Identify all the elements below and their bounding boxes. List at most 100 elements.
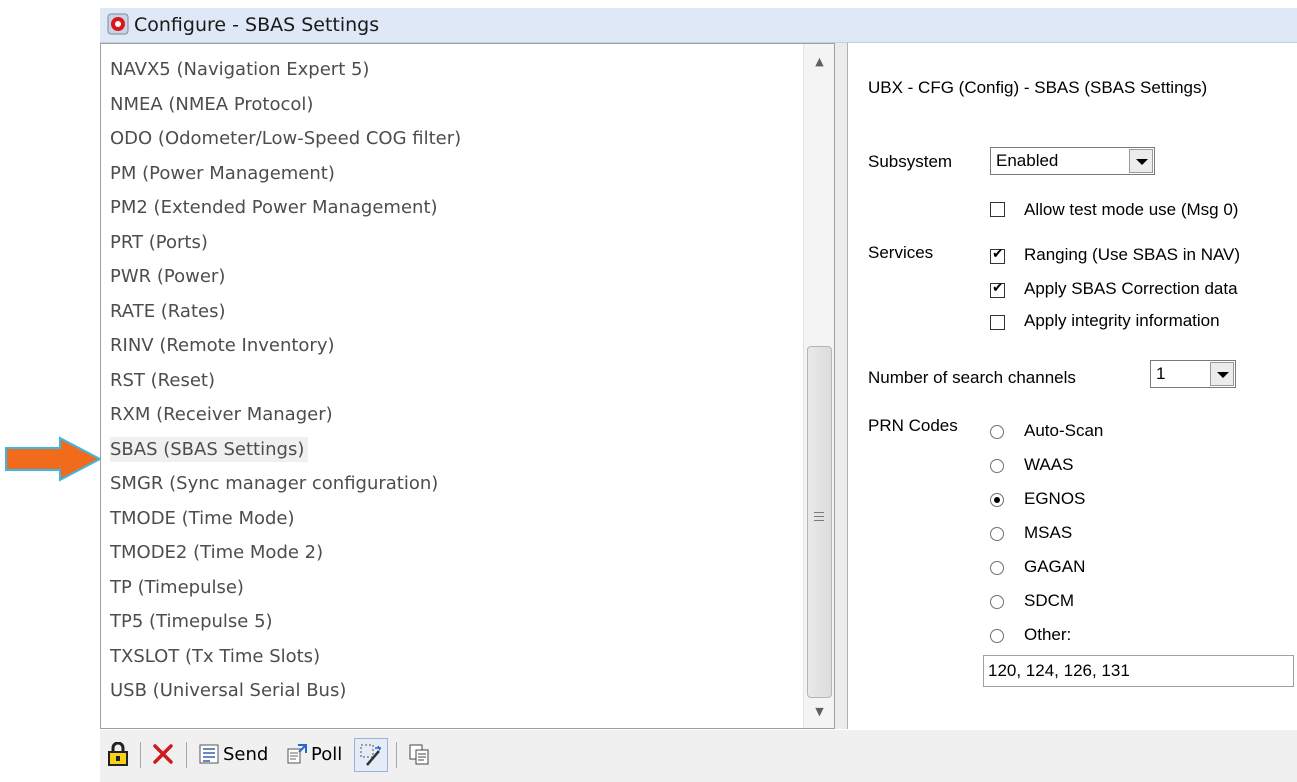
list-item[interactable]: TMODE2 (Time Mode 2) bbox=[101, 536, 801, 571]
list-item[interactable]: PRT (Ports) bbox=[101, 226, 801, 261]
close-icon bbox=[153, 744, 173, 764]
ranging-label: Ranging (Use SBAS in NAV) bbox=[1024, 245, 1241, 264]
list-item[interactable]: TP (Timepulse) bbox=[101, 571, 801, 606]
prn-radio-label: MSAS bbox=[1024, 523, 1073, 542]
allow-test-mode-label: Allow test mode use (Msg 0) bbox=[1024, 200, 1239, 219]
bottom-toolbar: Send Poll bbox=[100, 730, 1297, 782]
list-item-label: SMGR (Sync manager configuration) bbox=[110, 473, 439, 494]
list-item[interactable]: PM2 (Extended Power Management) bbox=[101, 191, 801, 226]
list-item[interactable]: NMEA (NMEA Protocol) bbox=[101, 88, 801, 123]
prn-radio-label: SDCM bbox=[1024, 591, 1075, 610]
subsystem-label: Subsystem bbox=[868, 152, 953, 171]
list-item-label: ODO (Odometer/Low-Speed COG filter) bbox=[110, 128, 462, 149]
list-item[interactable]: RINV (Remote Inventory) bbox=[101, 329, 801, 364]
prn-radio[interactable] bbox=[990, 595, 1004, 609]
prn-radio-label: Auto-Scan bbox=[1024, 421, 1104, 440]
delete-button[interactable] bbox=[152, 738, 174, 770]
apply-correction-checkbox[interactable] bbox=[990, 280, 1005, 298]
list-item-label: RINV (Remote Inventory) bbox=[110, 335, 335, 356]
prn-radio[interactable] bbox=[990, 527, 1004, 541]
message-list-panel[interactable]: NAVX5 (Navigation Expert 5) NMEA (NMEA Pr… bbox=[100, 43, 835, 729]
scroll-thumb[interactable] bbox=[807, 346, 832, 698]
list-item[interactable]: TMODE (Time Mode) bbox=[101, 502, 801, 537]
send-icon bbox=[199, 744, 219, 764]
apply-correction-label: Apply SBAS Correction data bbox=[1024, 279, 1238, 298]
wand-icon bbox=[360, 744, 381, 766]
toolbar-separator bbox=[140, 742, 141, 768]
list-item[interactable]: ODO (Odometer/Low-Speed COG filter) bbox=[101, 122, 801, 157]
sbas-settings-panel: UBX - CFG (Config) - SBAS (SBAS Settings… bbox=[847, 43, 1297, 729]
list-item[interactable]: PWR (Power) bbox=[101, 260, 801, 295]
grip-icon bbox=[814, 512, 824, 524]
auto-poll-button[interactable] bbox=[354, 738, 388, 772]
prn-radio-label: EGNOS bbox=[1024, 489, 1086, 508]
poll-button[interactable]: Poll bbox=[286, 738, 342, 770]
list-item[interactable]: SBAS (SBAS Settings) bbox=[101, 433, 801, 468]
prn-radio[interactable] bbox=[990, 561, 1004, 575]
prn-radio-label: GAGAN bbox=[1024, 557, 1086, 576]
window-title: Configure - SBAS Settings bbox=[134, 14, 380, 36]
list-item-label: USB (Universal Serial Bus) bbox=[110, 680, 347, 701]
list-item[interactable]: RST (Reset) bbox=[101, 364, 801, 399]
list-item[interactable]: RATE (Rates) bbox=[101, 295, 801, 330]
prn-radio-label: WAAS bbox=[1024, 455, 1074, 474]
list-item[interactable]: TP5 (Timepulse 5) bbox=[101, 605, 801, 640]
services-label: Services bbox=[868, 243, 934, 262]
list-item[interactable]: RXM (Receiver Manager) bbox=[101, 398, 801, 433]
prn-codes-label: PRN Codes bbox=[868, 416, 958, 435]
subsystem-value: Enabled bbox=[996, 151, 1059, 170]
chevron-down-icon[interactable] bbox=[1210, 362, 1234, 386]
list-item[interactable]: TXSLOT (Tx Time Slots) bbox=[101, 640, 801, 675]
panel-title: UBX - CFG (Config) - SBAS (SBAS Settings… bbox=[868, 78, 1208, 97]
lock-button[interactable] bbox=[108, 738, 128, 770]
copy-button[interactable] bbox=[408, 738, 430, 770]
list-item-label: PWR (Power) bbox=[110, 266, 226, 287]
pointer-arrow-icon bbox=[5, 436, 103, 482]
scroll-up-icon[interactable]: ▲ bbox=[804, 50, 834, 74]
chevron-down-icon[interactable] bbox=[1129, 149, 1153, 173]
prn-radio[interactable] bbox=[990, 493, 1004, 507]
send-label: Send bbox=[223, 743, 269, 765]
prn-radio-label: Other: bbox=[1024, 625, 1072, 644]
list-item-label: RATE (Rates) bbox=[110, 300, 226, 322]
list-item-label: PRT (Ports) bbox=[110, 231, 208, 253]
apply-integrity-checkbox[interactable] bbox=[990, 315, 1005, 330]
prn-radio[interactable] bbox=[990, 629, 1004, 643]
list-item-label: NAVX5 (Navigation Expert 5) bbox=[110, 59, 370, 80]
lock-icon bbox=[108, 742, 128, 766]
poll-icon bbox=[287, 744, 307, 764]
ranging-checkbox[interactable] bbox=[990, 246, 1005, 264]
list-item-label: NMEA (NMEA Protocol) bbox=[110, 93, 314, 115]
vertical-scrollbar[interactable]: ▲ ▼ bbox=[803, 44, 834, 728]
list-item-label: TMODE2 (Time Mode 2) bbox=[110, 542, 324, 563]
poll-label: Poll bbox=[311, 743, 343, 765]
copy-icon bbox=[409, 744, 429, 765]
prn-radio[interactable] bbox=[990, 425, 1004, 439]
channels-dropdown[interactable]: 1 bbox=[1150, 360, 1236, 388]
send-button[interactable]: Send bbox=[198, 738, 268, 770]
channels-label: Number of search channels bbox=[868, 368, 1076, 387]
channels-value: 1 bbox=[1156, 364, 1166, 383]
panel-splitter[interactable] bbox=[835, 43, 847, 729]
list-item-label: TMODE (Time Mode) bbox=[110, 507, 295, 529]
apply-integrity-label: Apply integrity information bbox=[1024, 311, 1220, 330]
list-item-label: PM (Power Management) bbox=[110, 162, 335, 184]
toolbar-separator bbox=[396, 742, 397, 768]
list-item-label: RST (Reset) bbox=[110, 369, 215, 391]
list-item-label: TXSLOT (Tx Time Slots) bbox=[110, 645, 321, 667]
list-item[interactable]: PM (Power Management) bbox=[101, 157, 801, 192]
list-item[interactable]: USB (Universal Serial Bus) bbox=[101, 674, 801, 709]
prn-radio[interactable] bbox=[990, 459, 1004, 473]
scroll-down-icon[interactable]: ▼ bbox=[804, 700, 834, 724]
list-item[interactable]: SMGR (Sync manager configuration) bbox=[101, 467, 801, 502]
allow-test-mode-checkbox[interactable] bbox=[990, 202, 1005, 217]
list-item-label: TP5 (Timepulse 5) bbox=[110, 611, 273, 632]
other-prn-value: 120, 124, 126, 131 bbox=[988, 661, 1130, 680]
other-prn-input[interactable]: 120, 124, 126, 131 bbox=[983, 655, 1294, 687]
list-item[interactable]: NAVX5 (Navigation Expert 5) bbox=[101, 53, 801, 88]
list-item-label: TP (Timepulse) bbox=[110, 576, 244, 598]
list-item-label: SBAS (SBAS Settings) bbox=[110, 436, 309, 462]
window-titlebar: Configure - SBAS Settings bbox=[100, 8, 1297, 43]
message-list[interactable]: NAVX5 (Navigation Expert 5) NMEA (NMEA Pr… bbox=[101, 53, 801, 709]
subsystem-dropdown[interactable]: Enabled bbox=[990, 147, 1155, 175]
